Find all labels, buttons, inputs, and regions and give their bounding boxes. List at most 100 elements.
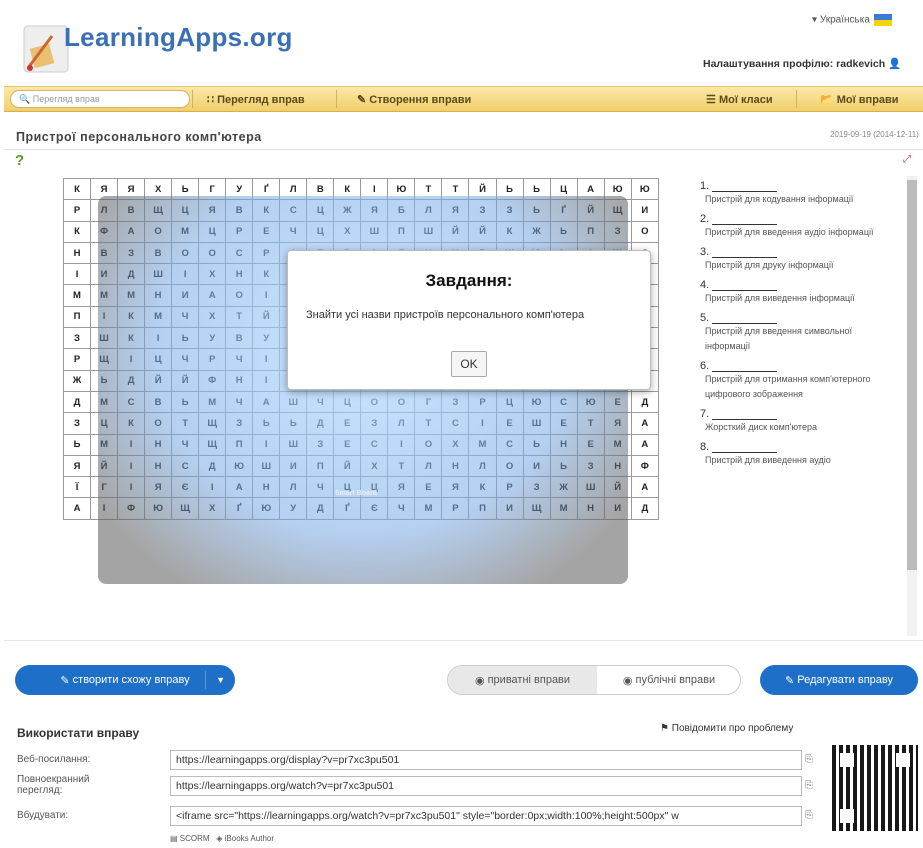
- grid-cell[interactable]: Р: [468, 390, 497, 414]
- grid-cell[interactable]: Д: [117, 369, 146, 392]
- grid-cell[interactable]: З: [603, 220, 632, 243]
- grid-cell[interactable]: І: [360, 177, 389, 201]
- grid-cell[interactable]: Ю: [144, 497, 173, 520]
- grid-cell[interactable]: М: [468, 433, 497, 456]
- grid-cell[interactable]: І: [252, 284, 281, 307]
- grid-cell[interactable]: Н: [144, 433, 173, 456]
- grid-cell[interactable]: С: [225, 241, 254, 265]
- grid-cell[interactable]: О: [144, 412, 173, 435]
- grid-cell[interactable]: Ф: [198, 369, 227, 392]
- grid-cell[interactable]: І: [90, 305, 119, 329]
- grid-cell[interactable]: А: [117, 220, 146, 243]
- grid-cell[interactable]: Ь: [522, 433, 551, 456]
- answer-input[interactable]: [712, 443, 778, 453]
- grid-cell[interactable]: М: [549, 497, 578, 520]
- grid-cell[interactable]: І: [117, 476, 146, 499]
- grid-cell[interactable]: Ь: [90, 369, 119, 392]
- grid-cell[interactable]: Ч: [387, 497, 416, 520]
- grid-cell[interactable]: Я: [360, 199, 389, 222]
- grid-cell[interactable]: Т: [387, 454, 416, 478]
- grid-cell[interactable]: З: [117, 241, 146, 265]
- nav-my-apps[interactable]: 📂 Мої вправи: [820, 93, 899, 106]
- language-selector[interactable]: ▾ Українська: [812, 14, 892, 26]
- grid-cell[interactable]: Е: [333, 433, 362, 456]
- answer-input[interactable]: [712, 182, 778, 192]
- grid-cell[interactable]: Т: [225, 305, 254, 329]
- grid-cell[interactable]: И: [630, 199, 660, 222]
- grid-cell[interactable]: И: [522, 454, 551, 478]
- grid-cell[interactable]: Е: [333, 412, 362, 435]
- grid-cell[interactable]: Ь: [171, 177, 200, 201]
- grid-cell[interactable]: Ц: [90, 412, 119, 435]
- grid-cell[interactable]: Т: [576, 412, 605, 435]
- grid-cell[interactable]: Е: [549, 412, 578, 435]
- grid-cell[interactable]: Ґ: [549, 199, 578, 222]
- grid-cell[interactable]: І: [252, 369, 281, 392]
- grid-cell[interactable]: І: [387, 433, 416, 456]
- grid-cell[interactable]: Р: [441, 497, 470, 520]
- grid-cell[interactable]: Д: [306, 412, 335, 435]
- grid-cell[interactable]: Й: [603, 476, 632, 499]
- grid-cell[interactable]: К: [252, 263, 281, 286]
- grid-cell[interactable]: Ш: [522, 412, 551, 435]
- grid-cell[interactable]: Ч: [306, 390, 335, 414]
- grid-cell[interactable]: І: [144, 327, 173, 350]
- nav-my-classes[interactable]: ☰ Мої класи: [706, 93, 773, 106]
- search-input[interactable]: 🔍 Перегляд вправ: [10, 90, 190, 108]
- grid-cell[interactable]: Н: [144, 454, 173, 478]
- grid-cell[interactable]: Й: [252, 305, 281, 329]
- grid-cell[interactable]: Д: [198, 454, 227, 478]
- grid-cell[interactable]: З: [495, 199, 524, 222]
- grid-cell[interactable]: М: [90, 390, 119, 414]
- answer-input[interactable]: [712, 362, 778, 372]
- grid-cell[interactable]: Н: [549, 433, 578, 456]
- fullscreen-icon[interactable]: ⤢: [903, 154, 913, 165]
- grid-cell[interactable]: Й: [90, 454, 119, 478]
- grid-cell[interactable]: Я: [603, 412, 632, 435]
- grid-cell[interactable]: Ш: [279, 390, 308, 414]
- grid-cell[interactable]: Я: [62, 454, 92, 478]
- grid-cell[interactable]: Ь: [279, 412, 308, 435]
- grid-cell[interactable]: О: [198, 241, 227, 265]
- grid-cell[interactable]: Ю: [225, 454, 254, 478]
- grid-cell[interactable]: М: [62, 284, 92, 307]
- grid-cell[interactable]: С: [441, 412, 470, 435]
- grid-cell[interactable]: К: [495, 220, 524, 243]
- grid-cell[interactable]: З: [62, 327, 92, 350]
- grid-cell[interactable]: Я: [198, 199, 227, 222]
- grid-cell[interactable]: Т: [414, 177, 443, 201]
- grid-cell[interactable]: Ь: [549, 220, 578, 243]
- grid-cell[interactable]: Ґ: [333, 497, 362, 520]
- grid-cell[interactable]: Л: [279, 177, 308, 201]
- grid-cell[interactable]: У: [225, 177, 254, 201]
- grid-cell[interactable]: И: [603, 497, 632, 520]
- grid-cell[interactable]: П: [387, 220, 416, 243]
- public-apps-tab[interactable]: ◉ публічні вправи: [597, 666, 740, 694]
- grid-cell[interactable]: Ш: [576, 476, 605, 499]
- grid-cell[interactable]: Р: [225, 220, 254, 243]
- grid-cell[interactable]: О: [414, 433, 443, 456]
- grid-cell[interactable]: Ь: [171, 327, 200, 350]
- grid-cell[interactable]: Ь: [495, 177, 524, 201]
- grid-cell[interactable]: Е: [576, 433, 605, 456]
- grid-cell[interactable]: Ь: [252, 412, 281, 435]
- grid-cell[interactable]: Е: [414, 476, 443, 499]
- grid-cell[interactable]: З: [441, 390, 470, 414]
- grid-cell[interactable]: У: [252, 327, 281, 350]
- answer-input[interactable]: [712, 248, 778, 258]
- grid-cell[interactable]: М: [414, 497, 443, 520]
- grid-cell[interactable]: М: [117, 284, 146, 307]
- copy-icon[interactable]: ⎘: [805, 754, 813, 765]
- create-similar-button[interactable]: ✎ створити схожу вправу ▼: [15, 665, 235, 695]
- grid-cell[interactable]: А: [576, 177, 605, 201]
- grid-cell[interactable]: В: [144, 390, 173, 414]
- grid-cell[interactable]: Ю: [387, 177, 416, 201]
- grid-cell[interactable]: Ґ: [225, 497, 254, 520]
- grid-cell[interactable]: О: [171, 241, 200, 265]
- help-icon[interactable]: ?: [15, 152, 31, 169]
- grid-cell[interactable]: Е: [603, 390, 632, 414]
- grid-cell[interactable]: Ц: [144, 348, 173, 371]
- grid-cell[interactable]: Я: [441, 199, 470, 222]
- grid-cell[interactable]: Р: [252, 241, 281, 265]
- grid-cell[interactable]: О: [144, 220, 173, 243]
